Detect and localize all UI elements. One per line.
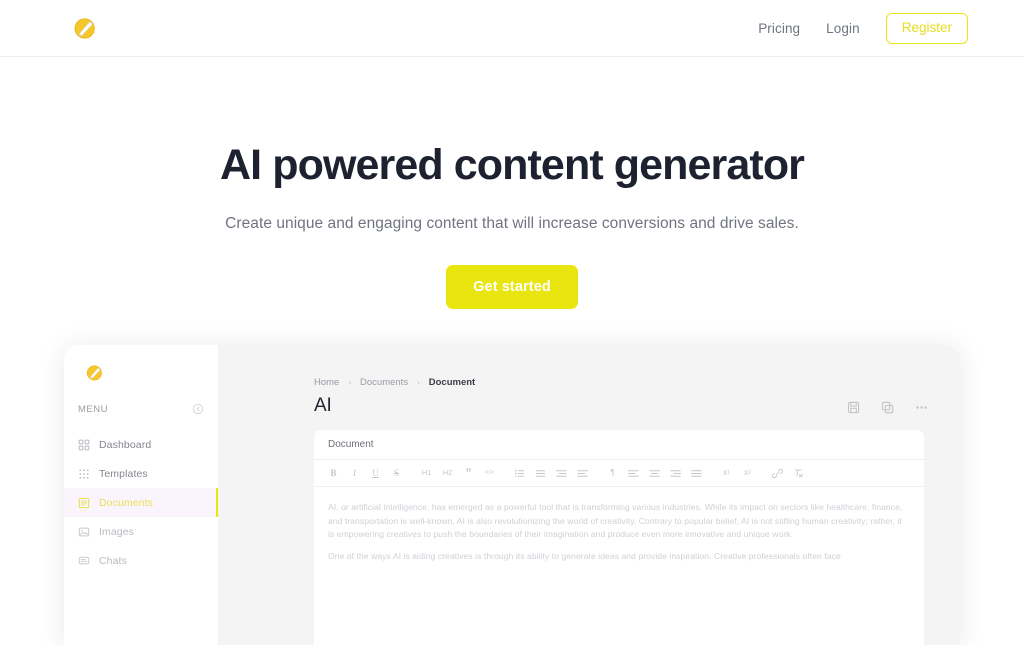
header-nav-group: Pricing Login Register — [758, 0, 968, 57]
collapse-circle-icon[interactable] — [192, 403, 204, 415]
align-center-icon[interactable] — [649, 468, 660, 479]
bold-icon[interactable]: B — [328, 468, 339, 479]
sidebar-item-images[interactable]: Images — [64, 517, 218, 546]
link-icon[interactable] — [772, 468, 783, 479]
breadcrumb: Home › Documents › Document — [314, 377, 475, 388]
dots-grid-icon — [79, 468, 89, 479]
sidebar-item-label: Documents — [99, 496, 154, 509]
document-actions — [847, 401, 928, 414]
sidebar-item-label: Dashboard — [99, 438, 152, 451]
toolbar-group-blocks: H1 H2 ” </> — [421, 467, 495, 479]
toolbar-group-misc — [772, 468, 804, 479]
more-ellipsis-icon[interactable] — [915, 401, 928, 414]
toolbar-group-text-style: B I U S — [328, 468, 402, 479]
indent-icon[interactable] — [556, 468, 567, 479]
toolbar-group-align: ¶ — [607, 468, 702, 479]
get-started-button[interactable]: Get started — [446, 265, 578, 310]
save-disk-icon[interactable] — [847, 401, 860, 414]
grid-squares-icon — [78, 439, 90, 450]
sidebar-menu-label: MENU — [78, 403, 108, 415]
heading-1-icon[interactable]: H1 — [421, 468, 432, 479]
document-paragraph: One of the ways AI is aiding creatives i… — [328, 550, 841, 561]
top-navigation-bar: Pricing Login Register — [0, 0, 1024, 57]
toolbar-group-lists — [514, 468, 588, 479]
document-paragraph: AI, or artificial intelligence, has emer… — [328, 502, 903, 540]
strikethrough-icon[interactable]: S — [391, 468, 402, 479]
breadcrumb-separator-icon: › — [348, 378, 352, 387]
document-title: AI — [314, 395, 332, 416]
app-sidebar: MENU Dashboard Templates Documents Image… — [64, 345, 218, 645]
breadcrumb-separator-icon: › — [417, 378, 420, 387]
editor-field-label: Document — [314, 430, 924, 460]
unordered-list-icon[interactable] — [535, 468, 546, 479]
sidebar-item-label: Chats — [99, 554, 127, 567]
sidebar-nav: Dashboard Templates Documents Images Cha… — [64, 430, 218, 575]
code-block-icon[interactable]: </> — [484, 468, 495, 479]
sidebar-item-templates[interactable]: Templates — [64, 459, 218, 488]
document-icon — [78, 497, 90, 508]
sidebar-item-dashboard[interactable]: Dashboard — [64, 430, 218, 459]
editor-toolbar: B I U S H1 H2 ” </> ¶ x 1 x 2 — [314, 460, 924, 487]
sidebar-menu-header: MENU — [78, 401, 204, 417]
paragraph-direction-icon[interactable]: ¶ — [607, 468, 618, 479]
align-left-icon[interactable] — [628, 468, 639, 479]
superscript-icon[interactable]: x2 — [742, 468, 753, 479]
hero-subtitle: Create unique and engaging content that … — [225, 215, 799, 233]
hero-section: AI powered content generator Create uniq… — [0, 57, 1024, 310]
align-right-icon[interactable] — [670, 468, 681, 479]
image-icon — [78, 527, 90, 536]
chat-icon — [78, 556, 90, 565]
underline-icon[interactable]: U — [370, 468, 381, 479]
breadcrumb-item-documents[interactable]: Documents — [360, 377, 408, 388]
align-justify-icon[interactable] — [691, 468, 702, 479]
register-button[interactable]: Register — [885, 13, 968, 44]
document-body[interactable]: AI, or artificial intelligence, has emer… — [314, 487, 924, 563]
toolbar-group-script: x1 x2 — [721, 468, 753, 479]
ordered-list-icon[interactable] — [514, 468, 525, 479]
blockquote-icon[interactable]: ” — [463, 467, 474, 479]
subscript-icon[interactable]: x1 — [721, 468, 732, 479]
page-title: AI powered content generator — [219, 141, 805, 189]
app-preview-mockup: MENU Dashboard Templates Documents Image… — [64, 345, 960, 645]
sidebar-item-documents[interactable]: Documents — [64, 488, 218, 517]
nav-link-login[interactable]: Login — [826, 21, 860, 36]
sidebar-item-chats[interactable]: Chats — [64, 546, 218, 575]
italic-icon[interactable]: I — [349, 468, 360, 479]
brand-logo[interactable] — [70, 13, 100, 43]
breadcrumb-item-current: Document — [428, 377, 476, 388]
quill-logo-icon — [86, 365, 102, 381]
nav-link-pricing[interactable]: Pricing — [758, 21, 800, 36]
sidebar-item-label: Images — [99, 525, 135, 538]
quill-logo-icon — [74, 17, 95, 39]
copy-icon[interactable] — [881, 401, 894, 414]
clear-format-icon[interactable] — [793, 468, 804, 479]
breadcrumb-item-home[interactable]: Home — [314, 377, 339, 388]
document-editor-card: Document B I U S H1 H2 ” </> ¶ x 1 x 2 A… — [314, 430, 924, 645]
outdent-icon[interactable] — [577, 468, 588, 479]
heading-2-icon[interactable]: H2 — [442, 468, 453, 479]
app-main-panel: Home › Documents › Document AI Document — [218, 345, 960, 645]
app-sidebar-logo[interactable] — [84, 362, 106, 384]
sidebar-item-label: Templates — [99, 467, 148, 480]
